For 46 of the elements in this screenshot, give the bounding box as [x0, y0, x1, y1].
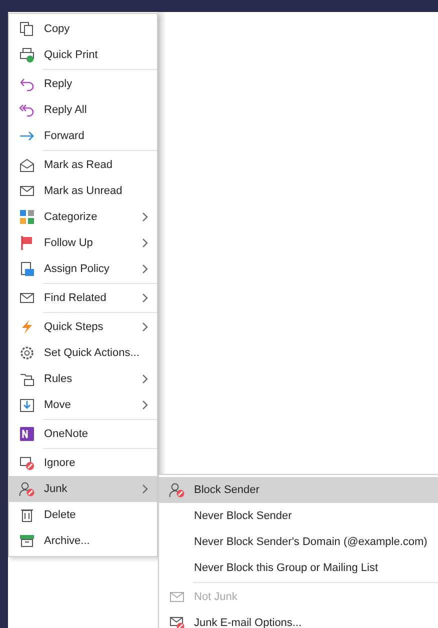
menu-item[interactable]: Follow Up — [9, 230, 157, 256]
blocked-person-icon — [19, 481, 35, 497]
menu-item[interactable]: Set Quick Actions... — [9, 340, 157, 366]
menu-item[interactable]: Find Related — [9, 285, 157, 311]
printer-icon — [19, 47, 35, 63]
open-envelope-icon — [19, 157, 35, 173]
flag-icon — [19, 235, 35, 251]
menu-item[interactable]: Never Block Sender — [159, 503, 438, 529]
menu-item[interactable]: Mark as Read — [9, 152, 157, 178]
onenote-icon — [19, 426, 35, 442]
menu-item[interactable]: Quick Steps — [9, 314, 157, 340]
rules-icon — [19, 371, 35, 387]
move-icon — [19, 397, 35, 413]
archive-icon — [19, 533, 35, 549]
menu-item[interactable]: Assign Policy — [9, 256, 157, 282]
menu-item[interactable]: Forward — [9, 123, 157, 149]
menu-item[interactable]: Never Block this Group or Mailing List — [159, 555, 438, 581]
copy-icon — [19, 21, 35, 37]
menu-item[interactable]: Move — [9, 392, 157, 418]
reply-icon — [19, 76, 35, 92]
menu-item[interactable]: Mark as Unread — [9, 178, 157, 204]
policy-icon — [19, 261, 35, 277]
menu-item[interactable]: Reply — [9, 71, 157, 97]
blocked-person-icon — [169, 482, 185, 498]
settings-icon — [19, 345, 35, 361]
menu-item[interactable]: Quick Print — [9, 42, 157, 68]
menu-item[interactable]: Reply All — [9, 97, 157, 123]
menu-item[interactable]: Copy — [9, 16, 157, 42]
trash-icon — [19, 507, 35, 523]
envelope-icon — [19, 290, 35, 306]
color-squares-icon — [19, 209, 35, 225]
reply-all-icon — [19, 102, 35, 118]
lightning-icon — [19, 319, 35, 335]
menu-item[interactable]: Block Sender — [159, 477, 438, 503]
menu-item[interactable]: Never Block Sender's Domain (@example.com) — [159, 529, 438, 555]
menu-item[interactable]: Delete — [9, 502, 157, 528]
menu-item[interactable]: Archive... — [9, 528, 157, 554]
menu-item[interactable]: OneNote — [9, 421, 157, 447]
envelope-icon — [19, 183, 35, 199]
menu-item[interactable]: Junk E-mail Options... — [159, 610, 438, 628]
menu-item[interactable]: Junk — [9, 476, 157, 502]
menu-item[interactable]: Rules — [9, 366, 157, 392]
menu-item[interactable]: Ignore — [9, 450, 157, 476]
envelope-icon — [169, 589, 185, 605]
menu-item[interactable]: Categorize — [9, 204, 157, 230]
ignore-icon — [19, 455, 35, 471]
